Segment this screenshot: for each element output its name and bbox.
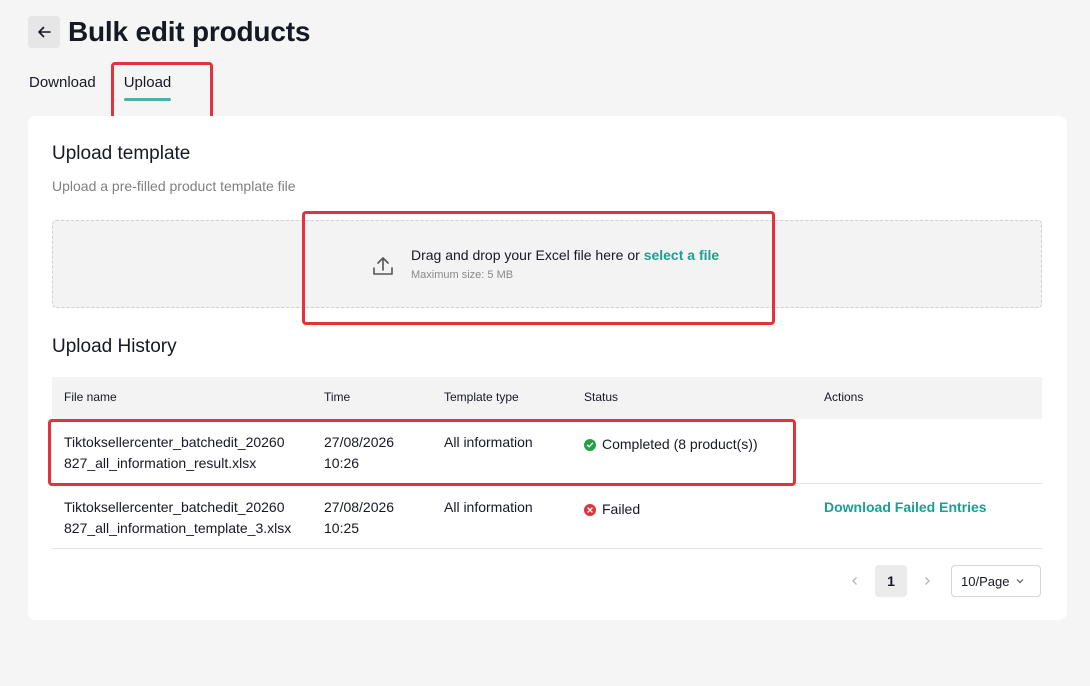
chevron-left-icon [852,577,857,585]
date-text: 27/08/2026 [324,434,395,450]
template-type-cell: All information [444,434,533,450]
file-name-cell: Tiktoksellercenter_batchedit_20260 827_a… [64,497,304,539]
chevron-right-icon [925,577,930,585]
upload-template-subtitle: Upload a pre-filled product template fil… [52,178,296,194]
time-text: 10:25 [324,520,360,536]
upload-history-table: File name Time Template type Status Acti… [52,377,1042,549]
page-number-button[interactable]: 1 [875,565,907,597]
file-name-line: 827_all_information_result.xlsx [64,455,257,471]
template-type-cell: All information [444,499,533,515]
table-row: Tiktoksellercenter_batchedit_20260 827_a… [52,419,1042,484]
tab-bar: Download Upload [29,72,171,101]
status-cell: Failed [584,499,640,520]
check-circle-icon [584,438,596,451]
dropzone-instruction: Drag and drop your Excel file here or [411,247,644,263]
status-text: Failed [602,501,641,517]
column-header-actions: Actions [824,390,864,404]
error-circle-icon [584,503,596,516]
next-page-button[interactable] [911,565,943,597]
table-row: Tiktoksellercenter_batchedit_20260 827_a… [52,484,1042,549]
file-name-line: Tiktoksellercenter_batchedit_20260 [64,499,285,515]
time-cell: 27/08/2026 10:26 [324,432,394,474]
status-cell: Completed (8 product(s)) [584,434,758,455]
page-title: Bulk edit products [68,16,311,47]
page-size-value: 10/Page [961,573,1010,589]
tab-download[interactable]: Download [29,72,96,94]
tab-upload[interactable]: Upload [123,72,171,101]
column-header-template-type: Template type [444,390,519,404]
upload-card: Upload template Upload a pre-filled prod… [28,116,1067,620]
back-button[interactable] [28,16,60,48]
chevron-down-icon [1017,579,1024,584]
max-size-note: Maximum size: 5 MB [411,269,514,281]
dropzone-text: Drag and drop your Excel file here or se… [411,247,719,263]
arrow-left-icon [38,26,51,38]
column-header-status: Status [584,390,619,404]
pagination: 1 10/Page [839,565,1041,597]
upload-template-title: Upload template [52,143,191,164]
file-name-cell: Tiktoksellercenter_batchedit_20260 827_a… [64,432,304,474]
upload-icon [373,257,393,275]
file-name-line: Tiktoksellercenter_batchedit_20260 [64,434,285,450]
file-name-line: 827_all_information_template_3.xlsx [64,520,292,536]
page-size-select[interactable]: 10/Page [951,565,1041,597]
prev-page-button[interactable] [839,565,871,597]
date-text: 27/08/2026 [324,499,395,515]
status-text: Completed (8 product(s)) [602,436,758,452]
column-header-time: Time [324,390,351,404]
download-failed-entries-link[interactable]: Download Failed Entries [824,497,987,518]
file-dropzone[interactable]: Drag and drop your Excel file here or se… [52,220,1042,308]
table-header: File name Time Template type Status Acti… [52,377,1042,419]
time-text: 10:26 [324,455,360,471]
time-cell: 27/08/2026 10:25 [324,497,394,539]
select-file-link[interactable]: select a file [644,247,720,263]
column-header-file-name: File name [64,390,117,404]
upload-history-title: Upload History [52,336,177,357]
